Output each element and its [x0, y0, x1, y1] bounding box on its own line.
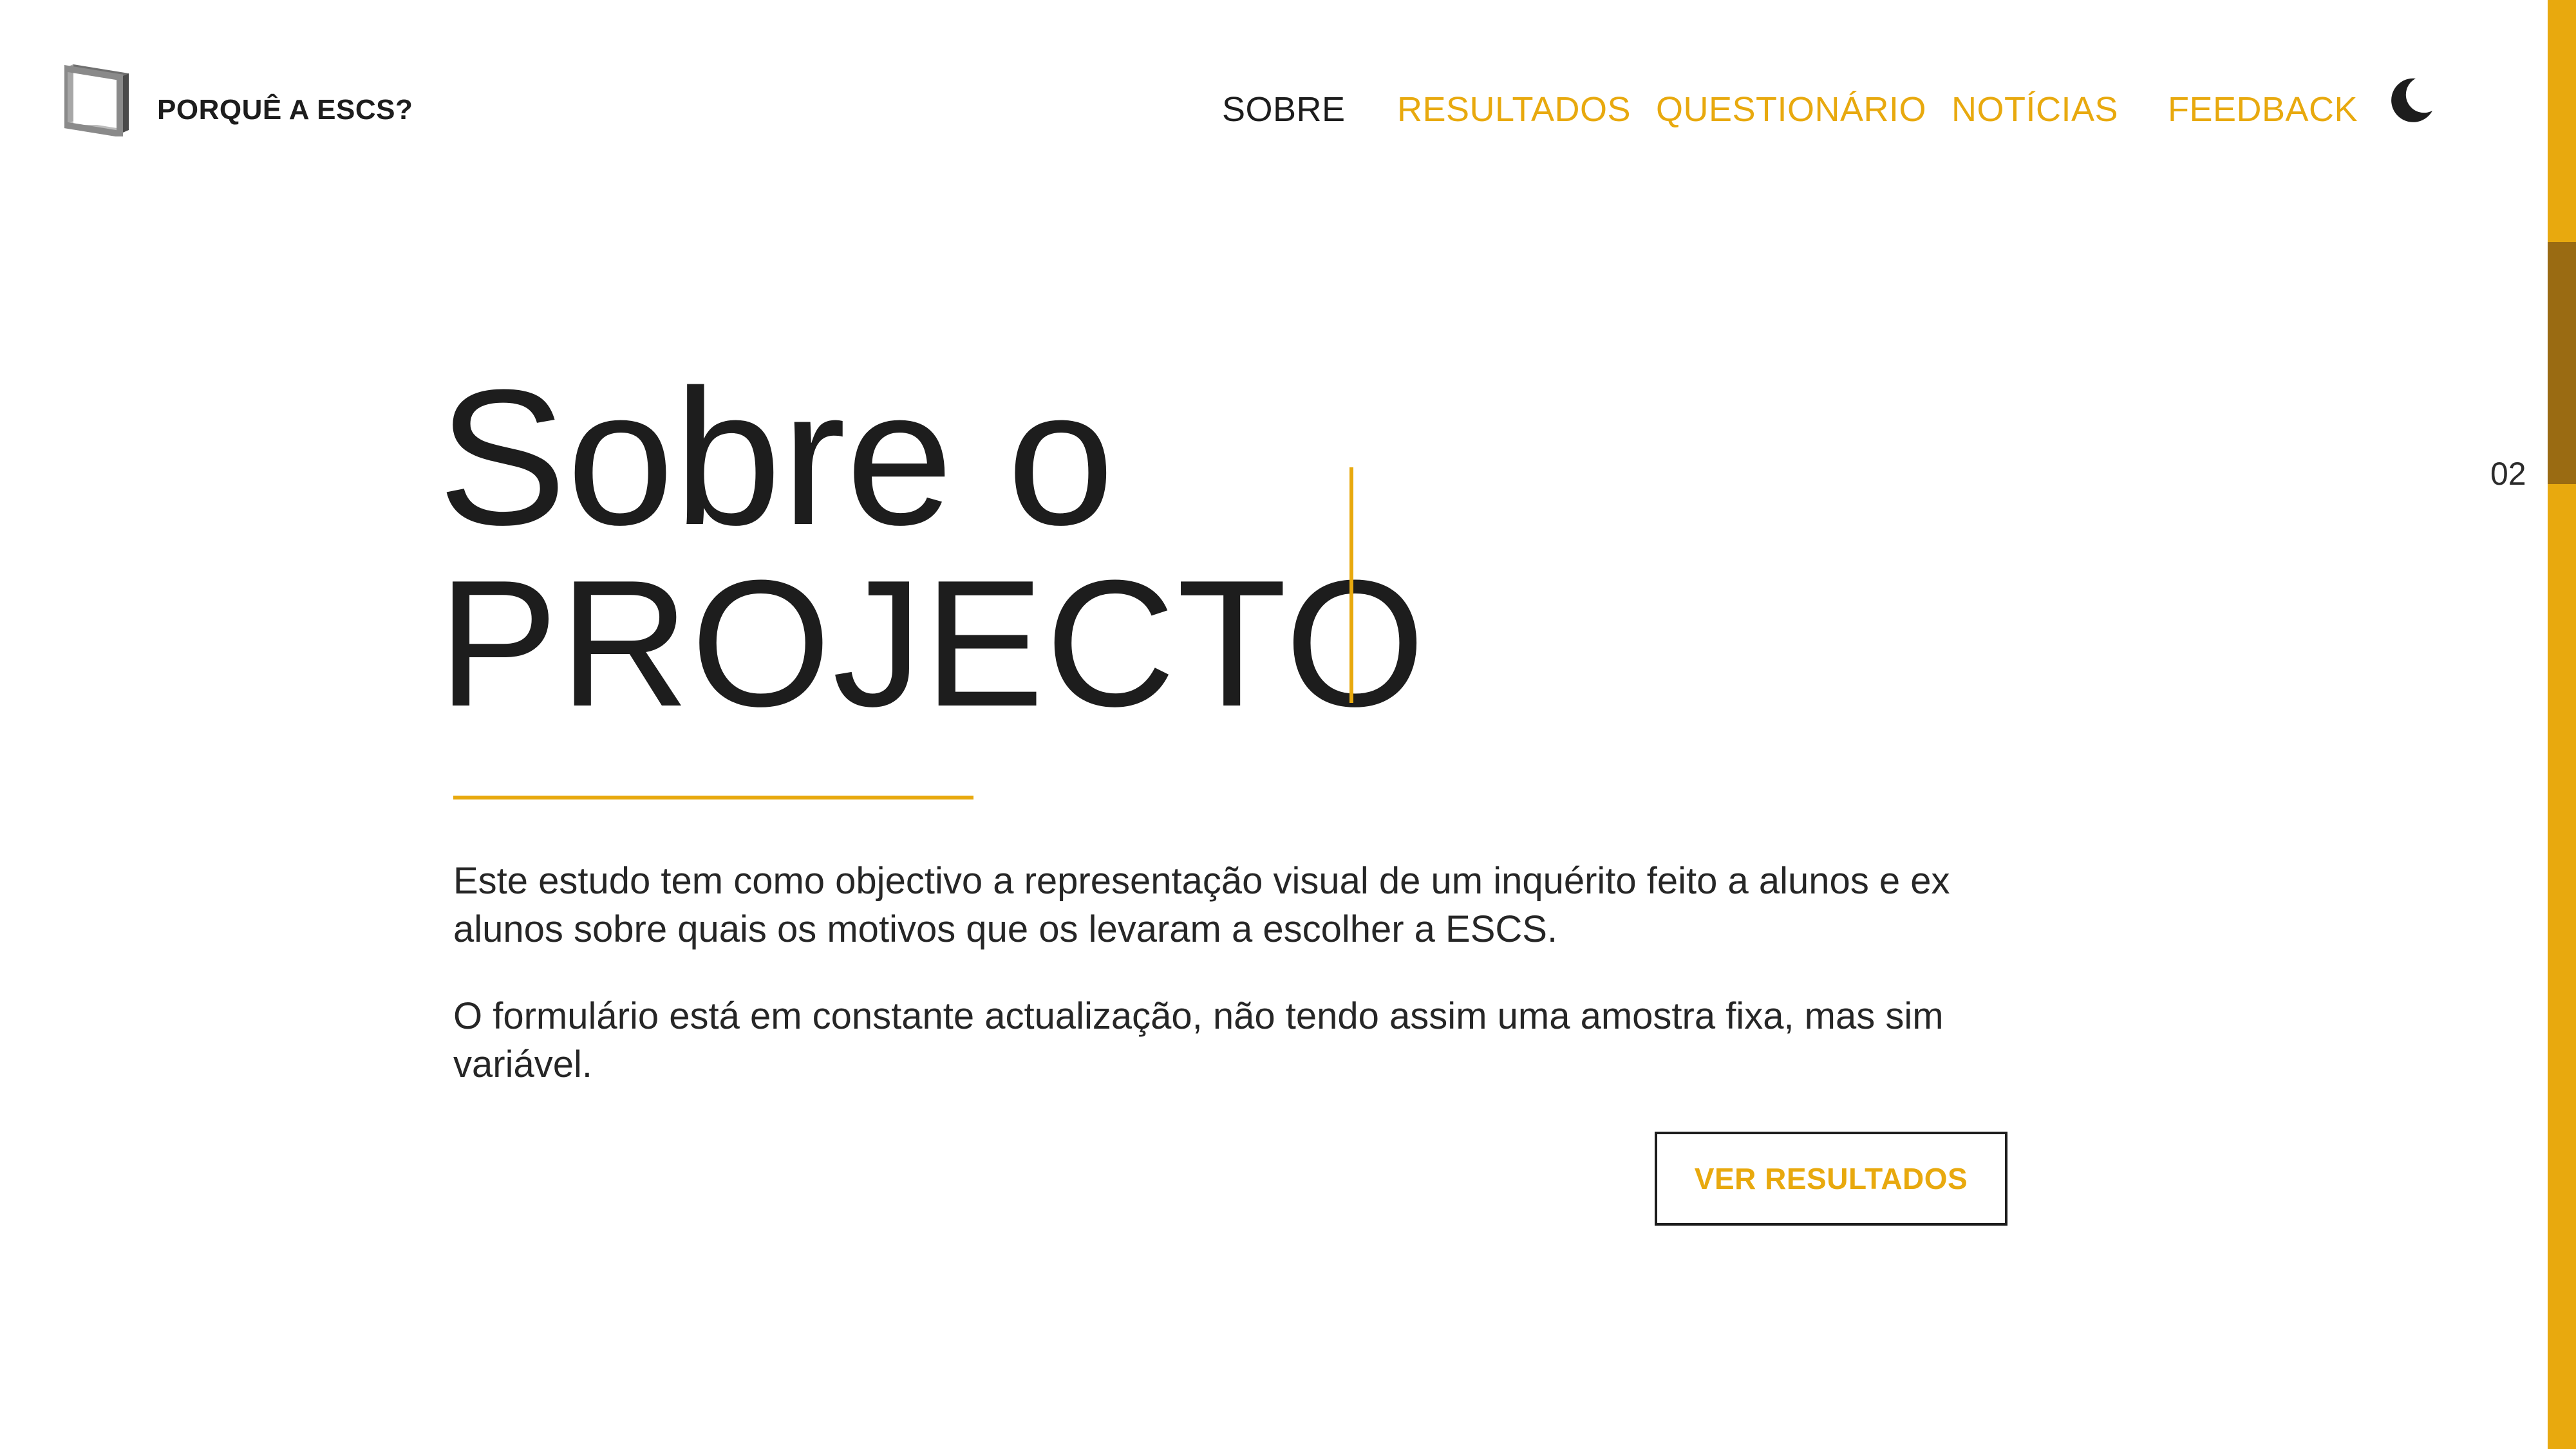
page: PORQUÊ A ESCS? SOBRE RESULTADOS QUESTION…	[0, 0, 2576, 1449]
nav-item-questionario[interactable]: QUESTIONÁRIO	[1656, 89, 1926, 130]
description-paragraph: Este estudo tem como objectivo a represe…	[453, 860, 1950, 950]
nav-item-noticias[interactable]: NOTÍCIAS	[1951, 89, 2118, 130]
scroll-rail[interactable]	[2548, 0, 2576, 1449]
description-paragraph: O formulário está em constante actualiza…	[453, 995, 1944, 1085]
ver-resultados-button[interactable]: VER RESULTADOS	[1655, 1132, 2007, 1226]
section-number: 02	[2490, 456, 2526, 492]
horizontal-accent-divider	[453, 796, 973, 799]
moon-icon[interactable]	[2387, 76, 2434, 125]
scroll-rail-thumb[interactable]	[2548, 242, 2576, 484]
vertical-accent-divider	[1349, 467, 1353, 703]
main-nav: SOBRE RESULTADOS QUESTIONÁRIO NOTÍCIAS F…	[0, 89, 2576, 130]
nav-item-feedback[interactable]: FEEDBACK	[2168, 89, 2358, 130]
nav-item-sobre[interactable]: SOBRE	[1222, 89, 1346, 130]
nav-item-resultados[interactable]: RESULTADOS	[1397, 89, 1631, 130]
hero-title-line2: PROJECTO	[438, 543, 1427, 744]
hero-title-line1: Sobre o	[438, 349, 1114, 565]
